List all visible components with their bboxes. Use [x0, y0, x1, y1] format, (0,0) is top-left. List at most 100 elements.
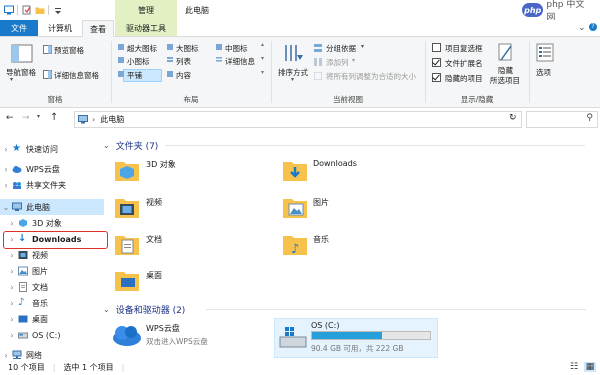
layout-details[interactable]: 详细信息 [225, 56, 255, 67]
address-separator-icon[interactable]: › [92, 115, 95, 124]
sort-by-dropdown-icon[interactable]: ▾ [291, 76, 294, 83]
nav-expand-chevron-icon[interactable]: › [6, 251, 18, 260]
nav-expand-chevron-icon[interactable]: › [6, 267, 18, 276]
group-by-button[interactable]: 分组依据 [326, 43, 356, 54]
section-divider [206, 309, 586, 310]
layout-scroll-up-icon[interactable]: ▴ [261, 41, 264, 48]
status-item-count: 10 个项目 [8, 363, 45, 372]
folder-tile-desktop[interactable] [113, 266, 263, 298]
nav-item-label: 视频 [32, 250, 48, 260]
forward-arrow-icon[interactable]: → [22, 113, 30, 123]
hide-selected-line2[interactable]: 所选项目 [490, 75, 520, 86]
nav-item-music[interactable]: › ♪ 音乐 [0, 295, 104, 311]
ribbon-collapse-chevron-icon[interactable]: ⌄ [578, 23, 586, 33]
nav-item-documents[interactable]: › 文档 [0, 279, 104, 295]
nav-item-wps-cloud[interactable]: › WPS云盘 [0, 161, 104, 177]
tab-file[interactable]: 文件 [0, 20, 38, 36]
windows-drive-icon [279, 327, 307, 348]
layout-extra-large-icons[interactable]: 超大图标 [127, 43, 157, 54]
layout-large-icons[interactable]: 大图标 [176, 43, 199, 54]
recent-locations-dropdown-icon[interactable]: ▾ [37, 113, 40, 120]
tab-computer[interactable]: 计算机 [38, 20, 82, 36]
nav-expand-chevron-icon[interactable]: › [6, 283, 18, 292]
help-icon[interactable]: ? [589, 23, 597, 31]
group-by-dropdown-icon[interactable]: ▾ [361, 43, 364, 50]
folders-section-header[interactable]: ⌄ 文件夹 (7) [103, 139, 158, 152]
address-path[interactable]: 此电脑 [100, 114, 124, 125]
nav-expand-chevron-icon[interactable]: › [0, 165, 12, 174]
folder-tile-documents[interactable] [113, 230, 263, 262]
nav-item-videos[interactable]: › 视频 [0, 247, 104, 263]
add-column-icon [314, 58, 322, 66]
nav-item-quick-access[interactable]: › ★ 快速访问 [0, 141, 104, 157]
wps-cloud-icon [113, 326, 141, 346]
music-note-icon: ♪ [18, 297, 25, 308]
back-arrow-icon[interactable]: ← [6, 113, 14, 123]
nav-expand-chevron-icon[interactable]: › [6, 299, 18, 308]
fit-columns-button[interactable]: 将所有列调整为合适的大小 [326, 71, 416, 82]
nav-expand-chevron-icon[interactable]: › [0, 145, 12, 154]
nav-item-shared-folder[interactable]: › 共享文件夹 [0, 177, 104, 193]
nav-expand-chevron-icon[interactable]: › [6, 219, 18, 228]
up-arrow-icon[interactable]: ↑ [50, 112, 58, 123]
status-divider: | [52, 363, 56, 372]
qa-divider [48, 5, 49, 15]
navigation-pane-dropdown-icon[interactable]: ▾ [10, 76, 13, 83]
layout-medium-icons[interactable]: 中图标 [225, 43, 248, 54]
tiles-view-toggle-icon[interactable]: ▦ [584, 362, 596, 372]
drive-usage-bar [311, 331, 431, 340]
customize-qa-dropdown-icon[interactable] [53, 5, 63, 15]
nav-item-pictures[interactable]: › 图片 [0, 263, 104, 279]
devices-section-header[interactable]: ⌄ 设备和驱动器 (2) [103, 303, 185, 316]
nav-item-label: 图片 [32, 266, 48, 276]
folder-tile-3d-objects[interactable] [113, 156, 263, 188]
manage-context-tab[interactable]: 管理 [115, 0, 177, 20]
folder-tile-pictures[interactable] [281, 193, 431, 225]
folder-tile-music[interactable]: ♪ [281, 230, 431, 262]
layout-scroll-down-icon[interactable]: ▾ [261, 55, 264, 62]
folder-name: 桌面 [146, 271, 162, 280]
folder-tile-videos[interactable] [113, 193, 263, 225]
nav-expand-chevron-icon[interactable]: › [6, 331, 18, 340]
layout-content[interactable]: 内容 [176, 70, 191, 81]
address-field[interactable]: › 此电脑 ⌄ [74, 111, 522, 128]
nav-item-this-pc[interactable]: ⌄ 此电脑 [0, 199, 104, 215]
preview-pane-button[interactable]: 预览窗格 [54, 45, 84, 56]
layout-list[interactable]: 列表 [176, 56, 191, 67]
file-extensions-checkbox[interactable] [432, 58, 441, 67]
show-hide-group-label: 显示/隐藏 [460, 95, 494, 104]
nav-expand-chevron-icon[interactable]: › [0, 181, 12, 190]
layout-small-icons[interactable]: 小图标 [127, 56, 150, 67]
layout-tiles[interactable]: 平铺 [127, 70, 142, 81]
details-view-toggle-icon[interactable]: ☷ [568, 362, 580, 372]
new-folder-qa-icon[interactable] [35, 5, 45, 15]
properties-icon[interactable] [22, 5, 32, 15]
3d-objects-folder-icon [115, 162, 139, 181]
tab-view[interactable]: 查看 [82, 20, 114, 37]
nav-expand-chevron-icon[interactable]: › [6, 315, 18, 324]
nav-item-os-c[interactable]: › OS (C:) [0, 327, 104, 343]
section-collapse-chevron-icon[interactable]: ⌄ [103, 305, 110, 314]
options-button[interactable]: 选项 [536, 67, 551, 78]
layout-expand-icon[interactable]: ▾ [261, 69, 264, 76]
details-pane-button[interactable]: 详细信息窗格 [54, 70, 99, 81]
tab-drive-tools[interactable]: 驱动器工具 [115, 20, 177, 36]
pictures-icon [18, 266, 28, 276]
item-checkboxes-checkbox[interactable] [432, 43, 441, 52]
group-by-icon [314, 44, 322, 52]
star-icon: ★ [12, 143, 21, 154]
add-column-button[interactable]: 添加列 [326, 57, 349, 68]
search-input[interactable]: ⚲ [526, 111, 598, 128]
refresh-icon[interactable]: ↻ [509, 113, 517, 123]
add-column-dropdown-icon[interactable]: ▾ [352, 57, 355, 64]
section-collapse-chevron-icon[interactable]: ⌄ [103, 141, 110, 150]
nav-expand-chevron-icon[interactable]: › [0, 351, 12, 360]
nav-item-3d-objects[interactable]: › 3D 对象 [0, 215, 104, 231]
hidden-items-checkbox[interactable] [432, 73, 441, 82]
nav-collapse-chevron-icon[interactable]: ⌄ [0, 203, 12, 212]
nav-item-label: 桌面 [32, 314, 48, 324]
documents-icon [19, 282, 27, 292]
qa-divider [17, 5, 18, 15]
nav-item-desktop[interactable]: › 桌面 [0, 311, 104, 327]
desktop-icon [18, 315, 28, 323]
